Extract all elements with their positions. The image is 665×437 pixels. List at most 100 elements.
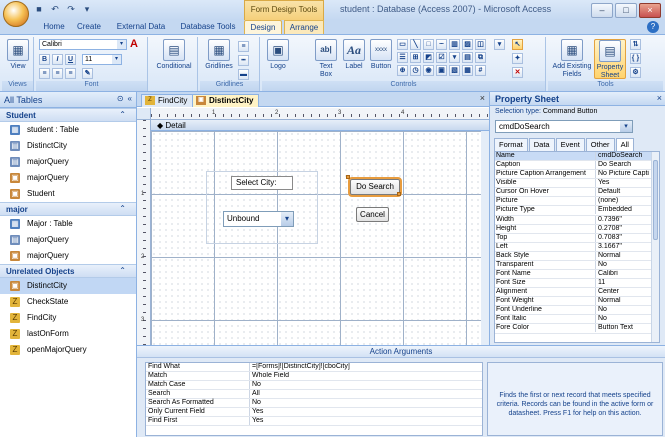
cancel-button[interactable]: Cancel	[356, 207, 389, 222]
macro-builder-icon[interactable]: ⚙	[630, 67, 641, 78]
nav-item-lastonform-macro[interactable]: ZlastOnForm	[0, 326, 136, 342]
date-time-icon[interactable]: ◷	[410, 65, 421, 76]
page-number-icon[interactable]: #	[475, 65, 486, 76]
property-sheet-button[interactable]: ▤ Property Sheet	[594, 39, 626, 79]
tab-control-icon[interactable]: ▭	[397, 39, 408, 50]
argument-row[interactable]: Find First Yes	[146, 417, 482, 426]
conditional-button[interactable]: ▤ Conditional	[154, 39, 194, 71]
property-row[interactable]: Left 3.1667"	[495, 242, 659, 252]
nav-header[interactable]: All Tables ⊙ «	[0, 92, 136, 108]
align-center-icon[interactable]: ≡	[52, 68, 63, 79]
property-row[interactable]: Picture Type Embedded	[495, 206, 659, 216]
nav-item-student-form[interactable]: ▣ Student	[0, 186, 136, 202]
hyperlink-icon[interactable]: ⊕	[397, 65, 408, 76]
property-row[interactable]: Height 0.2708"	[495, 224, 659, 234]
argument-row[interactable]: Match Case No	[146, 381, 482, 390]
office-button[interactable]	[3, 1, 29, 27]
nav-item-findcity-macro[interactable]: Z FindCity	[0, 310, 136, 326]
unbound-object-icon[interactable]: ▧	[449, 65, 460, 76]
chevron-down-icon[interactable]: ⊙	[117, 94, 124, 103]
property-row[interactable]: Cursor On Hover Default	[495, 188, 659, 198]
redo-icon[interactable]: ↷	[65, 4, 77, 15]
property-value[interactable]: Normal	[595, 251, 653, 260]
tab-database-tools[interactable]: Database Tools	[176, 20, 240, 34]
insert-icon[interactable]: ▦	[462, 65, 473, 76]
gridlines-button[interactable]: ▦ Gridlines	[204, 39, 234, 71]
city-combo-box[interactable]: Unbound ▾	[223, 211, 294, 227]
underline-button[interactable]: U	[65, 54, 76, 65]
property-value[interactable]: Yes	[595, 179, 653, 188]
nav-item-majorquery-query[interactable]: ▤ majorQuery	[0, 154, 136, 170]
property-row[interactable]: Transparent No	[495, 260, 659, 271]
radio-icon[interactable]: ◉	[423, 65, 434, 76]
property-value[interactable]: No	[595, 306, 653, 315]
undo-icon[interactable]: ↶	[49, 4, 61, 15]
property-row[interactable]: Top 0.7083"	[495, 233, 659, 243]
code-icon[interactable]: { }	[630, 53, 641, 64]
property-value[interactable]: Embedded	[595, 206, 653, 215]
property-value[interactable]: 11	[595, 279, 653, 288]
page-break-icon[interactable]: ┄	[436, 39, 447, 50]
argument-value[interactable]: =[Forms]![DistinctCity]![cboCity]	[249, 363, 481, 371]
argument-value[interactable]: No	[249, 399, 481, 407]
nav-item-major-table[interactable]: ▦ Major : Table	[0, 216, 136, 232]
nav-group-major[interactable]: major ⌃	[0, 202, 136, 216]
nav-item-distinctcity-form[interactable]: ▣ DistinctCity	[0, 278, 136, 294]
close-property-sheet-icon[interactable]: ×	[657, 93, 662, 103]
save-icon[interactable]: ■	[33, 4, 45, 15]
property-value[interactable]: 0.7083"	[595, 233, 653, 242]
argument-row[interactable]: Only Current Field Yes	[146, 408, 482, 417]
property-value[interactable]: Button Text	[595, 324, 653, 333]
property-row[interactable]: Font Size 11	[495, 279, 659, 289]
bound-object-icon[interactable]: ▣	[436, 65, 447, 76]
nav-item-major-majorquery-form[interactable]: ▣ majorQuery	[0, 248, 136, 264]
line-icon[interactable]: ╲	[410, 39, 421, 50]
argument-row[interactable]: Find What =[Forms]![DistinctCity]![cboCit…	[146, 363, 482, 372]
tab-event[interactable]: Event	[555, 138, 585, 151]
property-row[interactable]: Picture (none)	[495, 197, 659, 207]
bold-button[interactable]: B	[39, 54, 50, 65]
property-row[interactable]: Font Italic No	[495, 315, 659, 325]
property-value[interactable]: cmdDoSearch	[595, 152, 653, 160]
maximize-button[interactable]: □	[615, 3, 637, 18]
property-row[interactable]: Font Weight Normal	[495, 297, 659, 307]
minimize-button[interactable]: –	[591, 3, 613, 18]
button-control-button[interactable]: xxxx Button	[368, 39, 394, 71]
tab-order-icon[interactable]: ⇅	[630, 39, 641, 50]
nav-item-majorquery-form[interactable]: ▣ majorQuery	[0, 170, 136, 186]
argument-row[interactable]: Search As Formatted No	[146, 399, 482, 408]
horizontal-ruler[interactable]: 1 2 3 4	[151, 108, 489, 120]
control-wizard-icon[interactable]: ✦	[512, 53, 523, 64]
subform-icon[interactable]: ▤	[462, 52, 473, 63]
attachment-icon[interactable]: ⧉	[475, 52, 486, 63]
more-controls-icon[interactable]: ▾	[494, 39, 505, 50]
font-size-combo[interactable]: 11 ▾	[82, 54, 122, 65]
do-search-button[interactable]: Do Search	[348, 177, 402, 197]
view-button[interactable]: ▦ View	[6, 39, 30, 71]
argument-value[interactable]: All	[249, 390, 481, 398]
tab-format[interactable]: Format	[494, 138, 528, 151]
checkbox-icon[interactable]: ☑	[436, 52, 447, 63]
nav-item-openmajorquery-macro[interactable]: ZopenMajorQuery	[0, 342, 136, 358]
nav-item-distinctcity-query[interactable]: ▤ DistinctCity	[0, 138, 136, 154]
argument-row[interactable]: Search All	[146, 390, 482, 399]
font-color-icon[interactable]: A	[130, 38, 138, 50]
property-row[interactable]: Name cmdDoSearch	[495, 152, 659, 162]
property-grid-scrollbar[interactable]	[651, 152, 659, 342]
property-value[interactable]: Normal	[595, 297, 653, 306]
property-value[interactable]: (none)	[595, 197, 653, 206]
rectangle-icon[interactable]: □	[423, 39, 434, 50]
argument-value[interactable]: Yes	[249, 408, 481, 416]
combo-box-icon[interactable]: ▾	[449, 52, 460, 63]
property-value[interactable]: 0.7396"	[595, 215, 653, 224]
property-value[interactable]: No	[595, 315, 653, 324]
select-city-label[interactable]: Select City:	[231, 176, 293, 190]
argument-value[interactable]: Whole Field	[249, 372, 481, 380]
property-row[interactable]: Visible Yes	[495, 179, 659, 189]
doc-tab-distinctcity[interactable]: ▣ DistinctCity	[192, 94, 260, 107]
image-icon[interactable]: ▨	[462, 39, 473, 50]
property-value[interactable]: Default	[595, 188, 653, 197]
property-row[interactable]: Picture Caption Arrangement No Picture Ca…	[495, 170, 659, 180]
nav-group-unrelated-objects[interactable]: Unrelated Objects ⌃	[0, 264, 136, 278]
tab-other[interactable]: Other	[585, 138, 615, 151]
